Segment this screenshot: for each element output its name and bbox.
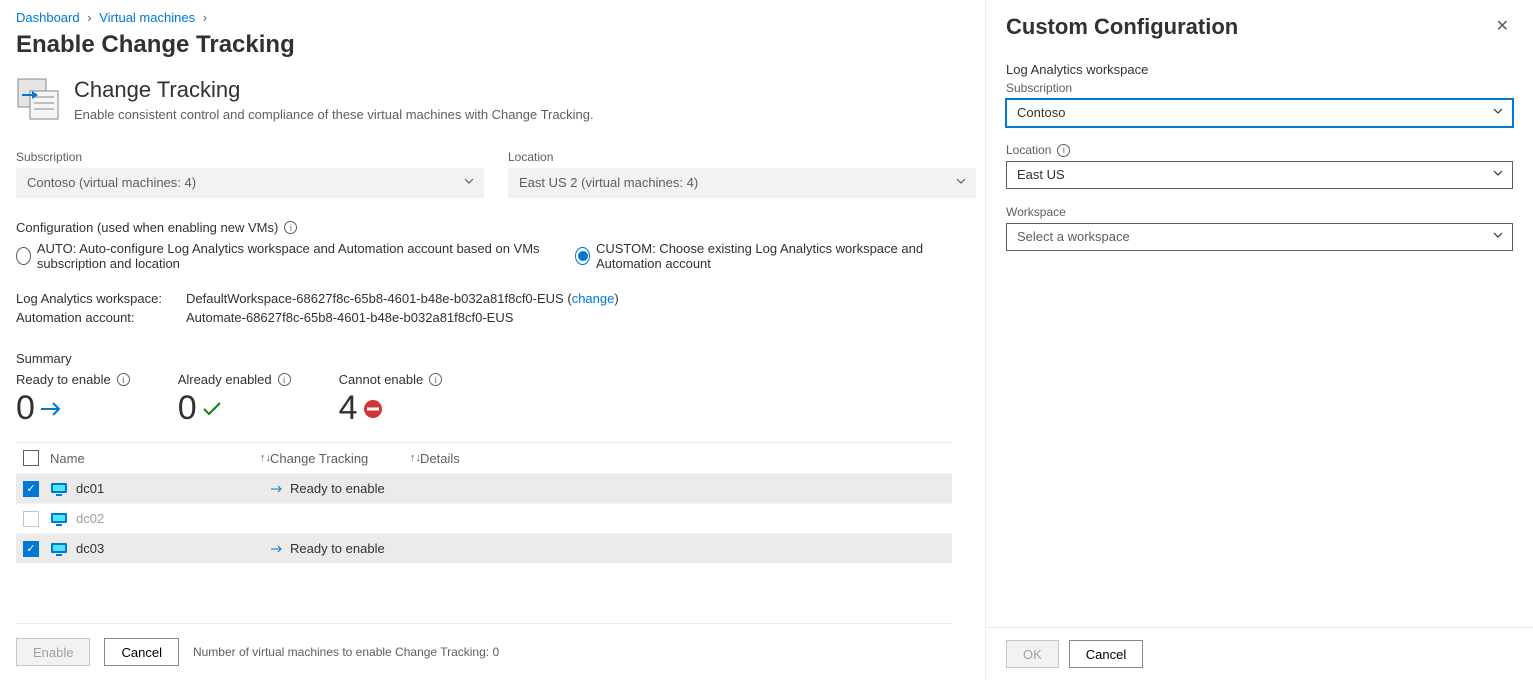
table-row[interactable]: dc02 xyxy=(16,503,952,533)
chevron-down-icon xyxy=(463,169,475,197)
panel-cancel-button[interactable]: Cancel xyxy=(1069,640,1143,668)
workspace-label: Log Analytics workspace: xyxy=(16,291,186,306)
location-filter-label: Location xyxy=(508,150,976,164)
panel-workspace-label: Workspace xyxy=(1006,205,1513,219)
breadcrumb-vms[interactable]: Virtual machines xyxy=(99,10,195,25)
vm-name: dc01 xyxy=(76,481,104,496)
footer-text: Number of virtual machines to enable Cha… xyxy=(193,645,499,659)
vm-icon xyxy=(50,542,68,556)
main-content: Dashboard › Virtual machines › Enable Ch… xyxy=(0,0,968,680)
arrow-right-icon xyxy=(39,399,65,419)
table-row[interactable]: ✓ dc01 Ready to enable xyxy=(16,473,952,503)
change-workspace-link[interactable]: change xyxy=(572,291,615,306)
configuration-label: Configuration (used when enabling new VM… xyxy=(16,220,952,235)
select-all-checkbox[interactable] xyxy=(23,450,39,466)
config-radio-custom[interactable]: CUSTOM: Choose existing Log Analytics wo… xyxy=(575,241,952,271)
info-icon[interactable]: i xyxy=(278,373,291,386)
arrow-right-icon xyxy=(270,484,284,494)
info-icon[interactable]: i xyxy=(1057,144,1070,157)
radio-selected-icon xyxy=(575,247,590,265)
panel-ok-button: OK xyxy=(1006,640,1059,668)
panel-workspace-select[interactable]: Select a workspace xyxy=(1006,223,1513,251)
vm-table: Name↑↓ Change Tracking↑↓ Details ✓ dc01 … xyxy=(16,442,952,563)
col-name-header[interactable]: Name xyxy=(50,451,85,466)
chevron-down-icon xyxy=(1492,224,1504,250)
panel-section-label: Log Analytics workspace xyxy=(1006,62,1513,77)
panel-location-label: Location xyxy=(1006,143,1051,157)
summary-ready-value: 0 xyxy=(16,389,35,428)
row-checkbox[interactable]: ✓ xyxy=(23,541,39,557)
summary-cannot-label: Cannot enable xyxy=(339,372,424,387)
sort-icon[interactable]: ↑↓ xyxy=(410,452,420,464)
chevron-down-icon xyxy=(1492,162,1504,188)
breadcrumb-sep-icon: › xyxy=(87,10,91,25)
panel-subscription-label: Subscription xyxy=(1006,81,1513,95)
arrow-right-icon xyxy=(270,544,284,554)
feature-desc: Enable consistent control and compliance… xyxy=(74,107,594,122)
chevron-down-icon xyxy=(1492,100,1504,126)
location-filter-select[interactable]: East US 2 (virtual machines: 4) xyxy=(508,168,976,198)
change-tracking-icon xyxy=(16,77,60,121)
subscription-filter-select[interactable]: Contoso (virtual machines: 4) xyxy=(16,168,484,198)
vm-name: dc03 xyxy=(76,541,104,556)
custom-config-panel: Custom Configuration ✕ Log Analytics wor… xyxy=(985,0,1533,680)
table-row[interactable]: ✓ dc03 Ready to enable xyxy=(16,533,952,563)
info-icon[interactable]: i xyxy=(117,373,130,386)
breadcrumb-sep-icon: › xyxy=(203,10,207,25)
summary-title: Summary xyxy=(16,351,952,366)
vm-icon xyxy=(50,512,68,526)
blocked-icon xyxy=(362,398,384,420)
summary-already-value: 0 xyxy=(178,389,197,428)
cancel-button[interactable]: Cancel xyxy=(104,638,178,666)
radio-icon xyxy=(16,247,31,265)
subscription-filter-label: Subscription xyxy=(16,150,484,164)
vm-name: dc02 xyxy=(76,511,104,526)
chevron-down-icon xyxy=(955,169,967,197)
vm-status: Ready to enable xyxy=(290,481,385,496)
summary-cannot-value: 4 xyxy=(339,389,358,428)
info-icon[interactable]: i xyxy=(429,373,442,386)
config-radio-auto[interactable]: AUTO: Auto-configure Log Analytics works… xyxy=(16,241,557,271)
footer: Enable Cancel Number of virtual machines… xyxy=(16,623,952,680)
panel-title: Custom Configuration xyxy=(1006,14,1238,40)
automation-label: Automation account: xyxy=(16,310,186,325)
col-details-header[interactable]: Details xyxy=(420,451,460,466)
summary-ready-label: Ready to enable xyxy=(16,372,111,387)
close-icon[interactable]: ✕ xyxy=(1492,14,1513,38)
feature-header: Change Tracking Enable consistent contro… xyxy=(16,77,952,122)
info-icon[interactable]: i xyxy=(284,221,297,234)
breadcrumb-dashboard[interactable]: Dashboard xyxy=(16,10,80,25)
check-icon xyxy=(201,399,223,419)
panel-subscription-select[interactable]: Contoso xyxy=(1006,99,1513,127)
enable-button: Enable xyxy=(16,638,90,666)
breadcrumb: Dashboard › Virtual machines › xyxy=(16,8,952,31)
automation-value: Automate-68627f8c-65b8-4601-b48e-b032a81… xyxy=(186,310,513,325)
row-checkbox[interactable] xyxy=(23,511,39,527)
panel-location-select[interactable]: East US xyxy=(1006,161,1513,189)
summary-already-label: Already enabled xyxy=(178,372,272,387)
vm-icon xyxy=(50,482,68,496)
row-checkbox[interactable]: ✓ xyxy=(23,481,39,497)
vm-status: Ready to enable xyxy=(290,541,385,556)
feature-title: Change Tracking xyxy=(74,77,594,103)
workspace-value: DefaultWorkspace-68627f8c-65b8-4601-b48e… xyxy=(186,291,564,306)
sort-icon[interactable]: ↑↓ xyxy=(260,452,270,464)
page-title: Enable Change Tracking xyxy=(16,31,952,59)
col-ct-header[interactable]: Change Tracking xyxy=(270,451,368,466)
